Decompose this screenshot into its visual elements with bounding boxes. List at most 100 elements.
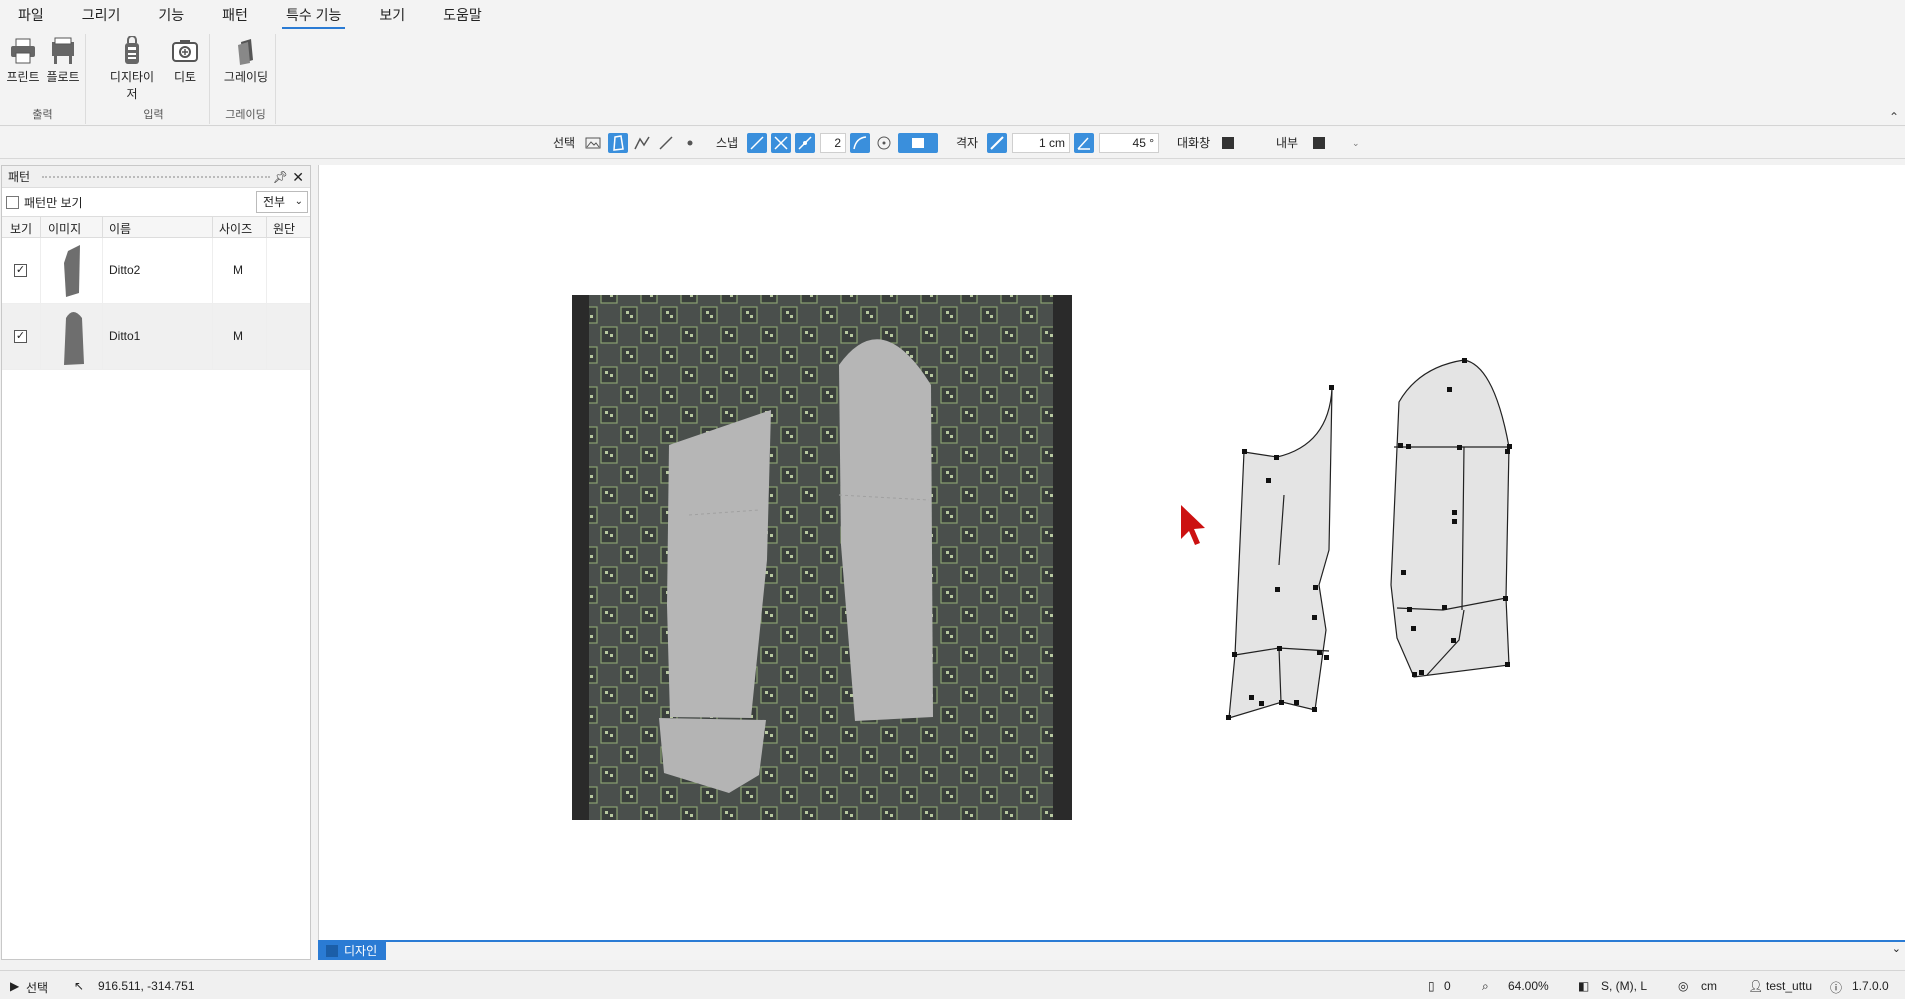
digitizer-button[interactable]: 디지타이저 <box>106 35 158 102</box>
point-select-icon[interactable] <box>680 133 700 153</box>
grading-button[interactable]: 그레이딩 <box>223 36 269 85</box>
pattern-only-checkbox[interactable] <box>6 196 19 209</box>
ditto-button[interactable]: 디토 <box>162 36 208 85</box>
digitizer-label: 디지타이저 <box>109 70 155 101</box>
column-size[interactable]: 사이즈 <box>219 220 252 237</box>
pattern-piece-ditto2[interactable] <box>1226 385 1334 720</box>
info-icon[interactable]: ⓘ <box>1830 979 1842 996</box>
row-size: M <box>233 263 243 277</box>
status-unit[interactable]: cm <box>1701 979 1717 993</box>
menu-help[interactable]: 도움말 <box>443 0 482 30</box>
plot-label: 플로트 <box>46 70 80 84</box>
group-grading-title: 그레이딩 <box>225 109 266 121</box>
toolbar-overflow-icon[interactable]: ⌄ <box>1352 133 1360 153</box>
pattern-filter-select[interactable]: 전부 ⌄ <box>256 191 308 213</box>
tab-design-label: 디자인 <box>344 944 378 958</box>
snap-curve-icon[interactable] <box>850 133 870 153</box>
angle-input[interactable]: 45 ° <box>1099 133 1159 153</box>
row-visible-checkbox[interactable]: ✓ <box>14 330 27 343</box>
unit-icon: ◎ <box>1678 979 1689 993</box>
sizes-icon: ◧ <box>1578 979 1590 993</box>
select-label: 선택 <box>553 136 576 150</box>
pieces-icon: ▯ <box>1428 979 1435 993</box>
select-mode-icon: ▶ <box>10 979 20 993</box>
status-zoom[interactable]: 64.00% <box>1508 979 1549 993</box>
grid-size-input[interactable]: 1 cm <box>1012 133 1070 153</box>
tab-list-chevron-icon[interactable]: ⌄ <box>1892 942 1901 955</box>
status-version: 1.7.0.0 <box>1852 979 1889 993</box>
menu-function[interactable]: 기능 <box>158 0 184 30</box>
tab-design[interactable]: 디자인 <box>318 942 386 960</box>
camera-icon <box>170 36 200 66</box>
snap-toggle-icon[interactable] <box>898 133 938 153</box>
canvas-svg <box>572 295 1512 820</box>
grid-ruler-icon[interactable] <box>987 133 1007 153</box>
ribbon: 프린트 플로트 출력 디지타이저 디토 입력 그레이딩 그레이딩 ⌃ <box>0 30 1905 126</box>
snap-line-icon[interactable] <box>747 133 767 153</box>
image-select-icon[interactable] <box>583 133 603 153</box>
ribbon-group-output: 프린트 플로트 출력 <box>0 34 86 124</box>
mouse-cursor-icon <box>1181 505 1205 545</box>
design-tab-icon <box>326 945 338 957</box>
menu-file[interactable]: 파일 <box>18 0 44 30</box>
toolbar: 선택 스냅 2 격자 1 cm 45 ° 대화창 내부 ⌄ <box>0 127 1905 159</box>
pin-icon[interactable]: 📌︎ <box>273 166 288 188</box>
menu-view[interactable]: 보기 <box>379 0 405 30</box>
column-name[interactable]: 이름 <box>109 220 131 237</box>
group-output-title: 출력 <box>32 109 53 121</box>
design-canvas[interactable] <box>318 165 1905 940</box>
line-select-icon[interactable] <box>656 133 676 153</box>
plot-button[interactable]: 플로트 <box>40 36 86 85</box>
ditto-label: 디토 <box>173 70 197 84</box>
menu-special[interactable]: 특수 기능 <box>281 0 346 30</box>
snap-center-icon[interactable] <box>874 133 894 153</box>
column-image[interactable]: 이미지 <box>48 220 81 237</box>
inner-label: 내부 <box>1276 136 1299 150</box>
angle-icon[interactable] <box>1074 133 1094 153</box>
snap-divide-icon[interactable] <box>795 133 815 153</box>
pattern-panel-title: 패턴 <box>8 170 31 184</box>
dialog-label: 대화창 <box>1177 136 1211 150</box>
pattern-table-header: 보기 이미지 이름 사이즈 원단 <box>2 216 310 238</box>
row-size: M <box>233 329 243 343</box>
document-tab-bar: 디자인 ⌄ <box>318 940 1905 960</box>
snap-cross-icon[interactable] <box>771 133 791 153</box>
close-icon[interactable]: ✕ <box>292 166 304 188</box>
panel-drag-handle[interactable] <box>42 176 270 179</box>
digitizer-icon <box>117 35 147 66</box>
menu-bar: 파일 그리기 기능 패턴 특수 기능 보기 도움말 <box>0 0 1905 30</box>
grading-icon <box>231 36 261 66</box>
pattern-filter-value: 전부 <box>263 195 286 209</box>
dialog-color-swatch[interactable] <box>1222 137 1234 149</box>
snap-label: 스냅 <box>716 136 739 150</box>
piece-thumbnail <box>58 308 88 371</box>
row-name: Ditto2 <box>109 263 141 277</box>
ribbon-collapse-icon[interactable]: ⌃ <box>1889 110 1899 124</box>
ditto-photo[interactable] <box>572 295 1072 820</box>
menu-pattern[interactable]: 패턴 <box>222 0 248 30</box>
status-coordinates: 916.511, -314.751 <box>98 979 195 993</box>
pattern-only-label: 패턴만 보기 <box>24 196 83 210</box>
inner-color-swatch[interactable] <box>1313 137 1325 149</box>
row-visible-checkbox[interactable]: ✓ <box>14 264 27 277</box>
column-fabric[interactable]: 원단 <box>273 220 295 237</box>
pattern-piece-ditto1[interactable] <box>1390 358 1512 678</box>
user-icon: 👤︎ <box>1748 979 1764 993</box>
status-mode: 선택 <box>26 981 49 995</box>
status-sizes[interactable]: S, (M), L <box>1601 979 1647 993</box>
pattern-panel: 패턴 📌︎ ✕ 패턴만 보기 전부 ⌄ 보기 이미지 이름 사이즈 원단 ✓ Di… <box>1 165 311 960</box>
table-row[interactable]: ✓ Ditto2 M <box>2 238 310 304</box>
zoom-icon: ⌕ <box>1482 979 1489 993</box>
piece-select-icon[interactable] <box>608 133 628 153</box>
column-view[interactable]: 보기 <box>10 220 32 237</box>
plotter-icon <box>48 36 78 66</box>
ribbon-group-grading: 그레이딩 그레이딩 <box>216 34 276 124</box>
table-row[interactable]: ✓ Ditto1 M <box>2 304 310 370</box>
status-user[interactable]: test_uttu <box>1766 979 1812 993</box>
grid-label: 격자 <box>956 136 979 150</box>
curve-select-icon[interactable] <box>632 133 652 153</box>
menu-draw[interactable]: 그리기 <box>82 0 121 30</box>
snap-divide-input[interactable]: 2 <box>820 133 846 153</box>
grading-label: 그레이딩 <box>223 70 269 84</box>
status-pieces: 0 <box>1444 979 1451 993</box>
